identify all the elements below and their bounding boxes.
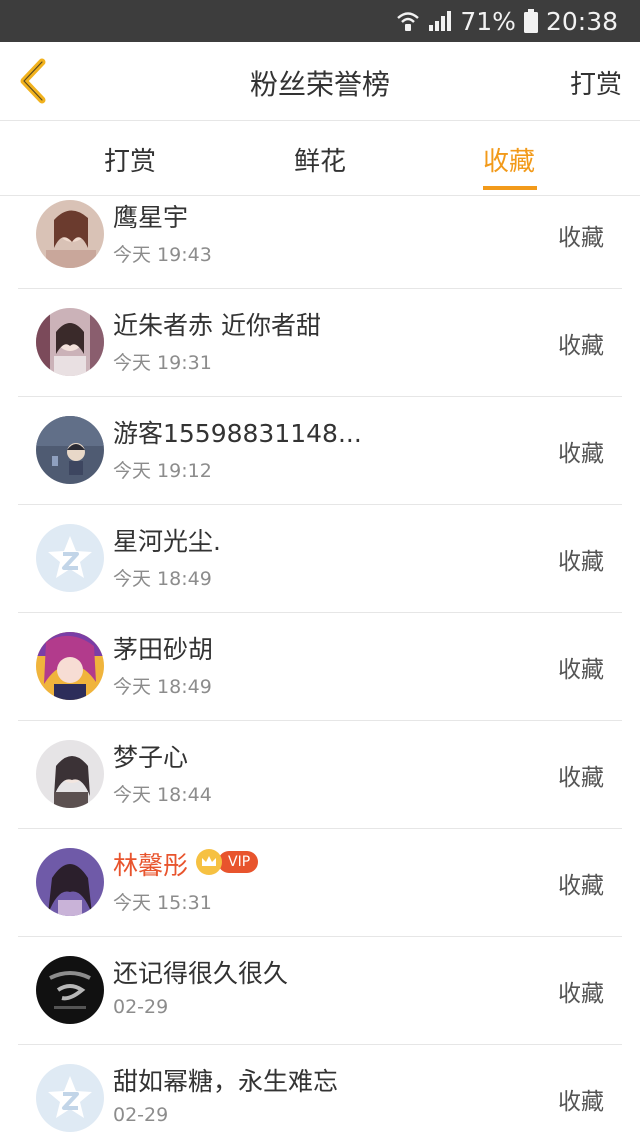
fan-action: 收藏 (558, 549, 604, 575)
fan-action: 收藏 (558, 1089, 604, 1115)
avatar (36, 308, 104, 376)
tab-flowers[interactable]: 鲜花 (294, 141, 346, 178)
list-item[interactable]: 梦子心 今天 18:44 收藏 (18, 720, 622, 829)
list-item[interactable]: 茅田砂胡 今天 18:49 收藏 (18, 612, 622, 721)
fan-action: 收藏 (558, 765, 604, 791)
fan-action: 收藏 (558, 657, 604, 683)
crown-icon (196, 849, 222, 875)
fan-name: 林馨彤 (113, 851, 189, 880)
fan-name: 梦子心 (113, 743, 189, 772)
list-item[interactable]: 游客15598831148... 今天 19:12 收藏 (18, 396, 622, 505)
signal-icon (428, 10, 452, 32)
wifi-icon (396, 10, 420, 32)
fan-action: 收藏 (558, 441, 604, 467)
fan-action: 收藏 (558, 333, 604, 359)
status-bar: 71% 20:38 (0, 0, 640, 42)
fan-time: 今天 18:49 (113, 676, 212, 698)
fan-list: 鹰星宇 今天 19:43 收藏 近朱者赤 近你者甜 今天 19:31 收藏 游客… (0, 196, 640, 1138)
fan-name: 近朱者赤 近你者甜 (113, 311, 321, 340)
fan-name: 甜如幂糖，永生难忘 (113, 1067, 339, 1096)
list-item[interactable]: 林馨彤 VIP 今天 15:31 收藏 (18, 828, 622, 937)
fan-time: 02-29 (113, 1104, 169, 1126)
fan-time: 今天 19:31 (113, 352, 212, 374)
avatar (36, 200, 104, 268)
battery-percent: 71% (460, 6, 516, 36)
tab-bar: 打赏 鲜花 收藏 (0, 121, 640, 196)
active-tab-indicator (483, 186, 537, 190)
fan-action: 收藏 (558, 225, 604, 251)
avatar (36, 416, 104, 484)
clock: 20:38 (545, 6, 618, 36)
fan-time: 今天 19:12 (113, 460, 212, 482)
tab-favorites[interactable]: 收藏 (483, 141, 535, 178)
fan-action: 收藏 (558, 873, 604, 899)
fan-name: 星河光尘. (113, 527, 221, 556)
fan-time: 今天 18:44 (113, 784, 212, 806)
vip-tag: VIP (218, 851, 259, 873)
fan-name: 茅田砂胡 (113, 635, 214, 664)
battery-icon (523, 9, 538, 33)
list-item[interactable]: 甜如幂糖，永生难忘 02-29 收藏 (18, 1044, 622, 1138)
fan-name: 鹰星宇 (113, 203, 189, 232)
avatar (36, 740, 104, 808)
fan-time: 02-29 (113, 996, 169, 1018)
fan-time: 今天 19:43 (113, 244, 212, 266)
page-title: 粉丝荣誉榜 (249, 68, 390, 101)
list-item[interactable]: 鹰星宇 今天 19:43 收藏 (18, 196, 622, 289)
vip-badge: VIP (196, 849, 259, 875)
fan-time: 今天 18:49 (113, 568, 212, 590)
default-star-avatar (36, 524, 104, 592)
fan-name: 还记得很久很久 (113, 959, 289, 988)
list-item[interactable]: 近朱者赤 近你者甜 今天 19:31 收藏 (18, 288, 622, 397)
reward-button[interactable]: 打赏 (570, 64, 622, 101)
fan-name: 游客15598831148... (113, 419, 362, 448)
default-star-avatar (36, 1064, 104, 1132)
list-item[interactable]: 星河光尘. 今天 18:49 收藏 (18, 504, 622, 613)
fan-time: 今天 15:31 (113, 892, 212, 914)
list-item[interactable]: 还记得很久很久 02-29 收藏 (18, 936, 622, 1045)
tab-reward[interactable]: 打赏 (104, 141, 156, 178)
fan-action: 收藏 (558, 981, 604, 1007)
avatar (36, 632, 104, 700)
avatar (36, 956, 104, 1024)
app-header: 粉丝荣誉榜 打赏 (0, 42, 640, 121)
avatar (36, 848, 104, 916)
